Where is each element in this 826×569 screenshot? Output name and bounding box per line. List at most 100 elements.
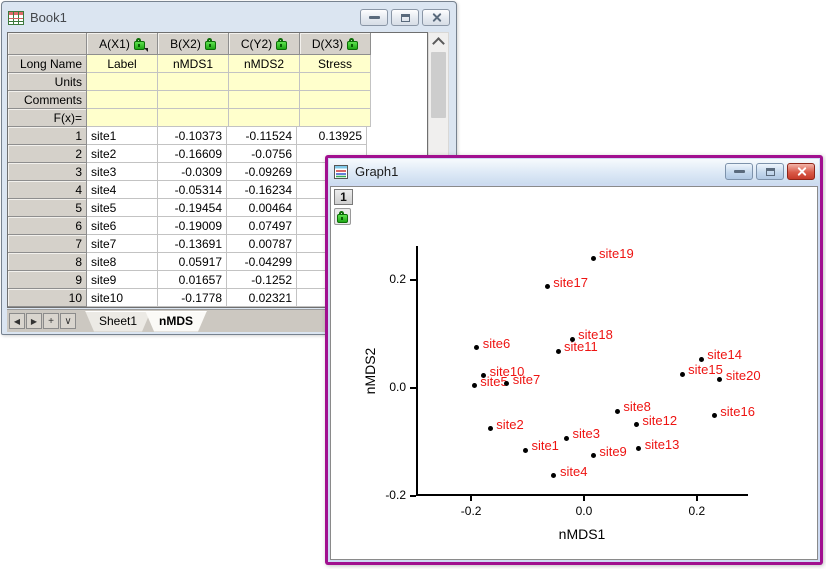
label-cell[interactable] bbox=[158, 91, 229, 109]
data-cell[interactable]: -0.04299 bbox=[227, 253, 297, 271]
label-cell[interactable] bbox=[87, 91, 158, 109]
point-label[interactable]: site13 bbox=[645, 437, 680, 452]
data-point[interactable] bbox=[474, 345, 480, 351]
label-cell[interactable] bbox=[158, 73, 229, 91]
data-cell[interactable]: -0.10373 bbox=[158, 127, 227, 145]
data-point[interactable] bbox=[522, 447, 528, 453]
scrollbar-up-button[interactable] bbox=[429, 33, 448, 50]
point-label[interactable]: site19 bbox=[599, 246, 634, 261]
x-axis-title[interactable]: nMDS1 bbox=[532, 526, 632, 542]
data-cell[interactable]: -0.05314 bbox=[158, 181, 227, 199]
data-cell[interactable]: site7 bbox=[87, 235, 158, 253]
point-label[interactable]: site20 bbox=[726, 368, 761, 383]
data-cell[interactable]: site5 bbox=[87, 199, 158, 217]
data-cell[interactable]: -0.16609 bbox=[158, 145, 227, 163]
data-point[interactable] bbox=[698, 356, 704, 362]
label-cell[interactable] bbox=[87, 73, 158, 91]
close-button[interactable] bbox=[787, 163, 815, 180]
point-label[interactable]: site4 bbox=[560, 464, 587, 479]
data-cell[interactable]: 0.01657 bbox=[158, 271, 227, 289]
label-cell[interactable] bbox=[229, 109, 300, 127]
data-point[interactable] bbox=[471, 383, 477, 389]
data-cell[interactable]: 0.13925 bbox=[297, 127, 367, 145]
data-cell[interactable]: -0.09269 bbox=[227, 163, 297, 181]
restore-button[interactable] bbox=[391, 9, 419, 26]
label-cell[interactable] bbox=[300, 109, 371, 127]
row-label-header[interactable]: Units bbox=[8, 73, 87, 91]
row-number-header[interactable]: 6 bbox=[8, 217, 87, 235]
data-cell[interactable]: site2 bbox=[87, 145, 158, 163]
y-axis[interactable] bbox=[416, 246, 418, 496]
data-cell[interactable]: 0.00464 bbox=[227, 199, 297, 217]
data-cell[interactable]: 0.05917 bbox=[158, 253, 227, 271]
x-tick-label[interactable]: -0.2 bbox=[453, 504, 489, 518]
y-axis-title[interactable]: nMDS2 bbox=[362, 347, 378, 394]
row-label-header[interactable]: Long Name bbox=[8, 55, 87, 73]
data-point[interactable] bbox=[555, 348, 561, 354]
point-label[interactable]: site1 bbox=[531, 438, 558, 453]
data-point[interactable] bbox=[487, 426, 493, 432]
corner-header-cell[interactable] bbox=[8, 33, 87, 55]
data-cell[interactable]: -0.11524 bbox=[227, 127, 297, 145]
data-point[interactable] bbox=[544, 284, 550, 289]
close-button[interactable] bbox=[422, 9, 450, 26]
x-tick-label[interactable]: 0.0 bbox=[566, 504, 602, 518]
data-point[interactable] bbox=[569, 336, 575, 342]
graph-titlebar[interactable]: Graph1 bbox=[329, 159, 819, 184]
point-label[interactable]: site14 bbox=[707, 347, 742, 362]
data-point[interactable] bbox=[564, 435, 570, 441]
restore-button[interactable] bbox=[756, 163, 784, 180]
data-cell[interactable]: -0.16234 bbox=[227, 181, 297, 199]
data-point[interactable] bbox=[551, 473, 557, 479]
column-header[interactable]: D(X3) bbox=[300, 33, 371, 55]
point-label[interactable]: site17 bbox=[553, 275, 588, 290]
row-number-header[interactable]: 9 bbox=[8, 271, 87, 289]
data-cell[interactable]: site1 bbox=[87, 127, 158, 145]
data-point[interactable] bbox=[504, 381, 510, 387]
row-number-header[interactable]: 8 bbox=[8, 253, 87, 271]
label-cell[interactable] bbox=[229, 73, 300, 91]
minimize-button[interactable] bbox=[360, 9, 388, 26]
row-number-header[interactable]: 4 bbox=[8, 181, 87, 199]
data-point[interactable] bbox=[590, 255, 596, 261]
y-tick-label[interactable]: 0.2 bbox=[368, 272, 406, 286]
data-cell[interactable]: -0.0309 bbox=[158, 163, 227, 181]
data-cell[interactable]: site6 bbox=[87, 217, 158, 235]
label-cell[interactable] bbox=[229, 91, 300, 109]
row-number-header[interactable]: 1 bbox=[8, 127, 87, 145]
point-label[interactable]: site6 bbox=[483, 336, 510, 351]
data-cell[interactable]: 0.07497 bbox=[227, 217, 297, 235]
label-cell[interactable] bbox=[300, 73, 371, 91]
label-cell[interactable]: nMDS2 bbox=[229, 55, 300, 73]
column-header[interactable]: B(X2) bbox=[158, 33, 229, 55]
point-label[interactable]: site16 bbox=[720, 404, 755, 419]
column-header[interactable]: C(Y2) bbox=[229, 33, 300, 55]
scrollbar-thumb[interactable] bbox=[431, 52, 446, 118]
data-cell[interactable]: site10 bbox=[87, 289, 158, 307]
data-cell[interactable]: -0.1252 bbox=[227, 271, 297, 289]
workbook-titlebar[interactable]: Book1 bbox=[4, 4, 454, 31]
data-point[interactable] bbox=[633, 422, 639, 428]
data-point[interactable] bbox=[711, 413, 717, 419]
minimize-button[interactable] bbox=[725, 163, 753, 180]
data-point[interactable] bbox=[590, 453, 596, 459]
layer-1-button[interactable]: 1 bbox=[334, 189, 353, 205]
row-number-header[interactable]: 7 bbox=[8, 235, 87, 253]
point-label[interactable]: site15 bbox=[688, 362, 723, 377]
data-cell[interactable]: site9 bbox=[87, 271, 158, 289]
sheet-tab-sheet1[interactable]: Sheet1 bbox=[85, 311, 151, 332]
point-label[interactable]: site3 bbox=[573, 426, 600, 441]
label-cell[interactable] bbox=[87, 109, 158, 127]
point-label[interactable]: site10 bbox=[490, 364, 525, 379]
point-label[interactable]: site9 bbox=[599, 444, 626, 459]
data-cell[interactable]: 0.02321 bbox=[227, 289, 297, 307]
tab-nav-button[interactable]: ◀ bbox=[9, 313, 25, 329]
data-cell[interactable]: -0.19454 bbox=[158, 199, 227, 217]
layer-lock-button[interactable] bbox=[334, 208, 351, 225]
data-cell[interactable]: site4 bbox=[87, 181, 158, 199]
data-point[interactable] bbox=[679, 371, 685, 377]
data-cell[interactable]: -0.19009 bbox=[158, 217, 227, 235]
sheet-tab-nmds[interactable]: nMDS bbox=[145, 311, 207, 332]
data-point[interactable] bbox=[717, 377, 723, 383]
data-cell[interactable]: site3 bbox=[87, 163, 158, 181]
